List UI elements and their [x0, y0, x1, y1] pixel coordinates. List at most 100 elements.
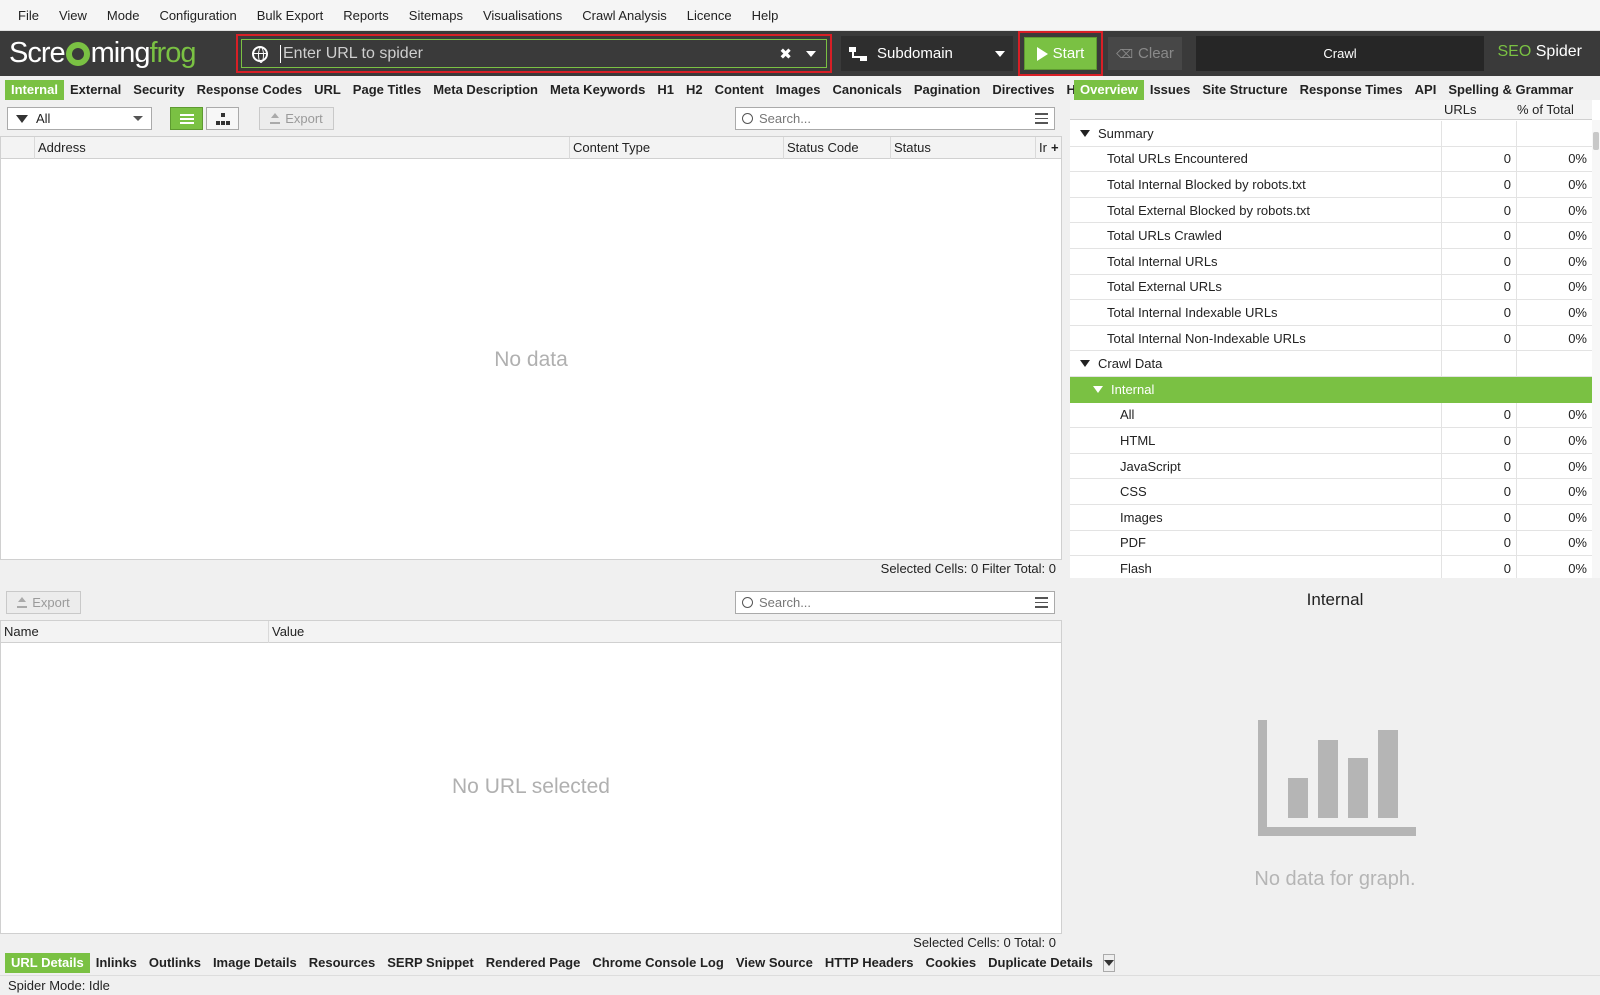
bottom-tab-resources[interactable]: Resources — [303, 953, 381, 973]
tab-external[interactable]: External — [64, 80, 127, 100]
column-indexability[interactable]: Ir — [1036, 137, 1050, 159]
column-address[interactable]: Address — [35, 137, 570, 159]
overview-row[interactable]: Total Internal Blocked by robots.txt 0 0% — [1070, 172, 1592, 198]
clear-url-icon[interactable]: ✖ — [779, 45, 792, 63]
tab-images[interactable]: Images — [770, 80, 827, 100]
tab-content[interactable]: Content — [709, 80, 770, 100]
overview-row-pct: 0% — [1568, 176, 1587, 192]
overview-row-label-cell: Total Internal URLs — [1070, 249, 1442, 274]
main-tab-strip: Internal External Security Response Codes UR… — [5, 79, 1098, 101]
column-value[interactable]: Value — [269, 621, 1063, 643]
bottom-tab-image-details[interactable]: Image Details — [207, 953, 303, 973]
menu-mode[interactable]: Mode — [97, 0, 150, 31]
tab-security[interactable]: Security — [127, 80, 190, 100]
expand-triangle-icon[interactable] — [1093, 386, 1103, 394]
tree-view-button[interactable] — [206, 107, 239, 130]
bottom-tab-serp-snippet[interactable]: SERP Snippet — [381, 953, 479, 973]
tab-h2[interactable]: H2 — [680, 80, 709, 100]
bottom-tab-url-details[interactable]: URL Details — [5, 953, 90, 973]
overview-row-pct: 0% — [1568, 432, 1587, 448]
menu-visualisations[interactable]: Visualisations — [473, 0, 572, 31]
right-tab-spelling-and-grammar[interactable]: Spelling & Grammar — [1442, 80, 1579, 100]
right-tab-api[interactable]: API — [1409, 80, 1443, 100]
clear-button[interactable]: ⌫ Clear — [1108, 37, 1182, 70]
scrollbar-thumb[interactable] — [1593, 132, 1599, 150]
bottom-tab-more-dropdown-icon[interactable] — [1102, 954, 1115, 972]
crawl-mode-select[interactable]: Subdomain — [841, 36, 1013, 71]
url-history-dropdown-icon[interactable] — [806, 50, 816, 57]
bottom-tab-inlinks[interactable]: Inlinks — [90, 953, 143, 973]
tab-directives[interactable]: Directives — [986, 80, 1060, 100]
search-options-icon[interactable] — [1035, 597, 1048, 608]
column-content-type[interactable]: Content Type — [570, 137, 784, 159]
overview-row-pct: 0% — [1568, 509, 1587, 525]
menu-configuration[interactable]: Configuration — [149, 0, 246, 31]
overview-row[interactable]: Images 0 0% — [1070, 505, 1592, 531]
tab-internal[interactable]: Internal — [5, 80, 64, 100]
column-urls[interactable]: URLs — [1444, 102, 1477, 117]
column-status[interactable]: Status — [891, 137, 1036, 159]
menu-help[interactable]: Help — [742, 0, 789, 31]
right-tab-response-times[interactable]: Response Times — [1294, 80, 1409, 100]
right-tab-site-structure[interactable]: Site Structure — [1196, 80, 1293, 100]
overview-row[interactable]: HTML 0 0% — [1070, 428, 1592, 454]
overview-row[interactable]: Flash 0 0% — [1070, 556, 1592, 578]
bottom-tab-outlinks[interactable]: Outlinks — [143, 953, 207, 973]
menu-reports[interactable]: Reports — [333, 0, 399, 31]
crawl-progress-label: Crawl — [1323, 46, 1357, 61]
overview-row[interactable]: Total URLs Encountered 0 0% — [1070, 146, 1592, 173]
overview-row[interactable]: All 0 0% — [1070, 402, 1592, 429]
column-status-code[interactable]: Status Code — [784, 137, 891, 159]
bottom-tab-view-source[interactable]: View Source — [730, 953, 819, 973]
overview-row[interactable]: PDF 0 0% — [1070, 530, 1592, 557]
overview-row[interactable]: Total Internal Indexable URLs 0 0% — [1070, 300, 1592, 326]
menu-file[interactable]: File — [8, 0, 49, 31]
overview-row[interactable]: Total External Blocked by robots.txt 0 0% — [1070, 197, 1592, 224]
tab-meta-description[interactable]: Meta Description — [427, 80, 544, 100]
menu-bulk-export[interactable]: Bulk Export — [247, 0, 333, 31]
bottom-tab-chrome-console-log[interactable]: Chrome Console Log — [586, 953, 729, 973]
overview-scrollbar[interactable] — [1592, 120, 1600, 578]
menu-licence[interactable]: Licence — [677, 0, 742, 31]
overview-row[interactable]: Total URLs Crawled 0 0% — [1070, 223, 1592, 249]
tab-canonicals[interactable]: Canonicals — [827, 80, 908, 100]
right-tab-issues[interactable]: Issues — [1144, 80, 1196, 100]
bottom-tab-http-headers[interactable]: HTTP Headers — [819, 953, 920, 973]
tab-response-codes[interactable]: Response Codes — [191, 80, 308, 100]
expand-triangle-icon[interactable] — [1080, 129, 1090, 137]
url-input[interactable] — [280, 44, 766, 63]
overview-row[interactable]: Total Internal Non-Indexable URLs 0 0% — [1070, 325, 1592, 352]
details-search-input[interactable] — [759, 595, 1035, 610]
tab-page-titles[interactable]: Page Titles — [347, 80, 427, 100]
menu-crawl-analysis[interactable]: Crawl Analysis — [572, 0, 677, 31]
tab-h1[interactable]: H1 — [651, 80, 680, 100]
filter-select[interactable]: All — [7, 107, 152, 130]
overview-row[interactable]: Total External URLs 0 0% — [1070, 274, 1592, 301]
column-pct-total[interactable]: % of Total — [1517, 102, 1574, 117]
add-column-icon[interactable]: + — [1049, 137, 1063, 159]
overview-group-row[interactable]: Crawl Data — [1070, 351, 1592, 377]
tab-url[interactable]: URL — [308, 80, 347, 100]
start-button[interactable]: Start — [1024, 37, 1097, 70]
right-tab-overview[interactable]: Overview — [1074, 80, 1144, 100]
column-name[interactable]: Name — [1, 621, 269, 643]
export-button[interactable]: Export — [259, 107, 334, 130]
overview-group-row[interactable]: Summary — [1070, 121, 1592, 147]
bottom-tab-rendered-page[interactable]: Rendered Page — [480, 953, 587, 973]
overview-row-pct — [1517, 377, 1592, 403]
main-search-input[interactable] — [759, 111, 1035, 126]
search-options-icon[interactable] — [1035, 113, 1048, 124]
overview-row[interactable]: Total Internal URLs 0 0% — [1070, 249, 1592, 275]
overview-row[interactable]: CSS 0 0% — [1070, 479, 1592, 505]
bottom-tab-duplicate-details[interactable]: Duplicate Details — [982, 953, 1099, 973]
details-export-button[interactable]: Export — [6, 591, 81, 614]
tab-meta-keywords[interactable]: Meta Keywords — [544, 80, 651, 100]
menu-sitemaps[interactable]: Sitemaps — [399, 0, 473, 31]
expand-triangle-icon[interactable] — [1080, 360, 1090, 368]
bottom-tab-cookies[interactable]: Cookies — [920, 953, 983, 973]
tab-pagination[interactable]: Pagination — [908, 80, 986, 100]
list-view-button[interactable] — [170, 107, 203, 130]
overview-row[interactable]: JavaScript 0 0% — [1070, 453, 1592, 480]
overview-group-row[interactable]: Internal — [1070, 377, 1592, 403]
menu-view[interactable]: View — [49, 0, 97, 31]
